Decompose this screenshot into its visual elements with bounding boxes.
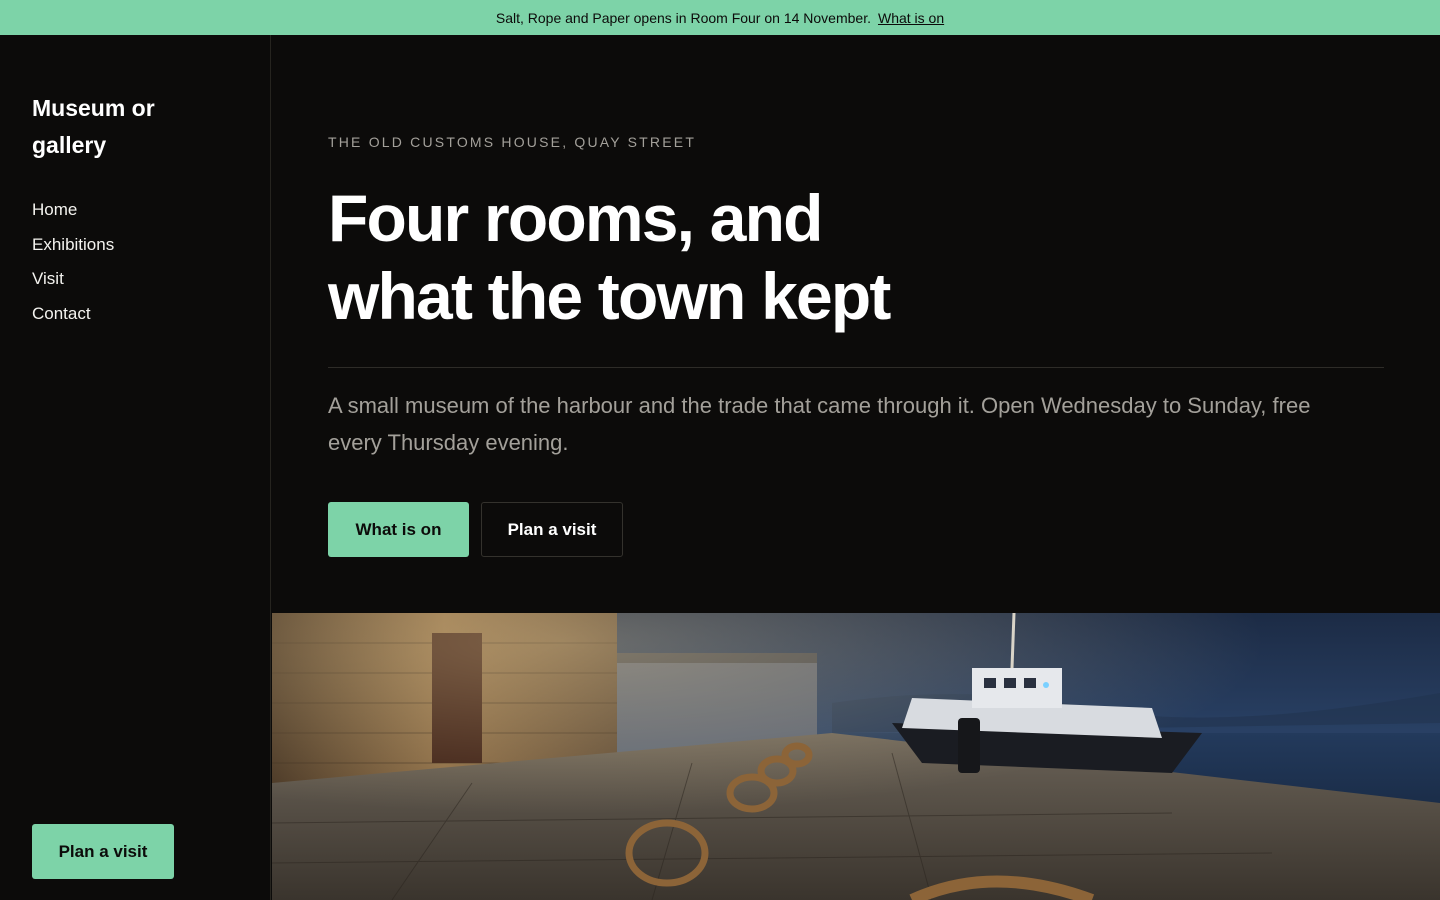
hero-divider: [328, 367, 1384, 368]
sidebar: Museum or gallery Home Exhibitions Visit…: [0, 35, 271, 900]
hero-eyebrow: THE OLD CUSTOMS HOUSE, QUAY STREET: [328, 134, 697, 150]
hero-lede: A small museum of the harbour and the tr…: [328, 393, 1311, 455]
nav-item-exhibitions[interactable]: Exhibitions: [32, 233, 114, 257]
announcement-bar: Salt, Rope and Paper opens in Room Four …: [0, 0, 1440, 35]
nav-item-visit[interactable]: Visit: [32, 267, 64, 291]
harbour-photo: [272, 613, 1440, 900]
hero-actions: What is on Plan a visit: [328, 502, 623, 557]
headline-line-2: what the town kept: [328, 259, 891, 333]
sidebar-nav: Home Exhibitions Visit Contact: [32, 198, 114, 336]
hero-headline: Four rooms, and what the town kept: [328, 179, 1088, 335]
headline-line-1: Four rooms, and: [328, 181, 823, 255]
harbour-scene-illustration: [272, 613, 1440, 900]
plan-visit-button[interactable]: Plan a visit: [481, 502, 623, 557]
nav-item-home[interactable]: Home: [32, 198, 77, 222]
what-is-on-button[interactable]: What is on: [328, 502, 469, 557]
nav-item-contact[interactable]: Contact: [32, 302, 91, 326]
announcement-link[interactable]: What is on: [878, 10, 944, 26]
announcement-text: Salt, Rope and Paper opens in Room Four …: [495, 9, 871, 26]
site-brand[interactable]: Museum or gallery: [32, 90, 232, 164]
main-content: THE OLD CUSTOMS HOUSE, QUAY STREET Four …: [272, 35, 1440, 900]
sidebar-plan-visit-button[interactable]: Plan a visit: [32, 824, 174, 879]
